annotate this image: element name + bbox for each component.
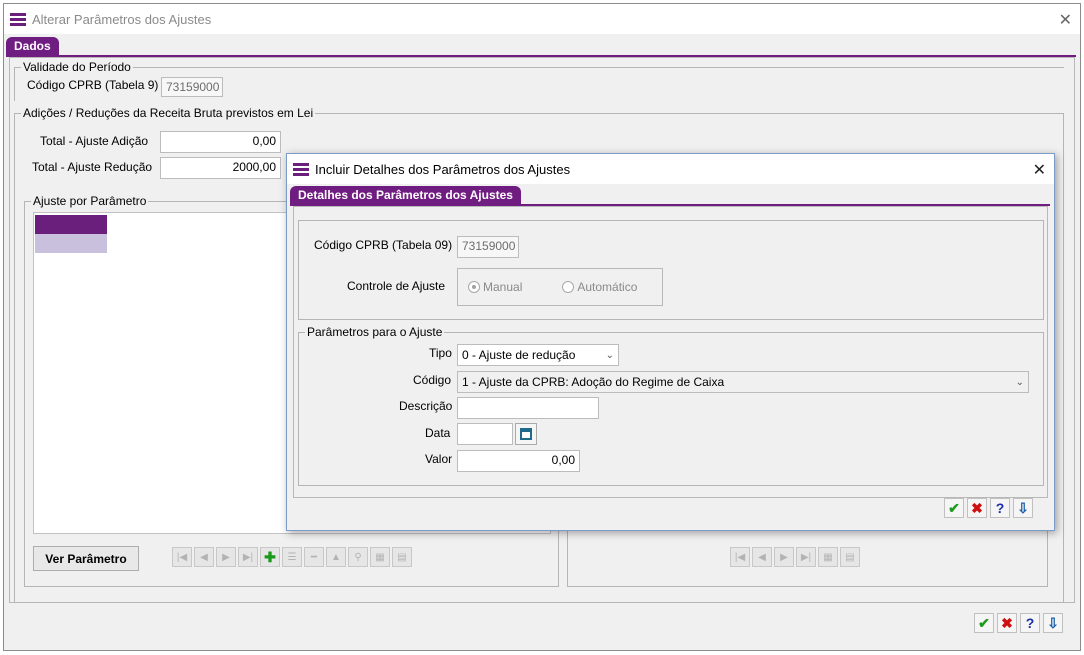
- data-label: Data: [425, 426, 451, 440]
- prev-icon[interactable]: ◀: [194, 547, 214, 567]
- calendar-icon[interactable]: [515, 423, 537, 445]
- total-reducao-field[interactable]: 2000,00: [160, 157, 281, 179]
- periodo-legend: Validade do Período: [21, 60, 133, 74]
- exit-icon[interactable]: ⇩: [1043, 613, 1063, 633]
- list-item[interactable]: [35, 234, 107, 253]
- next-icon[interactable]: ▶: [774, 547, 794, 567]
- add-icon[interactable]: ✚: [260, 547, 280, 567]
- cancel-icon[interactable]: ✖: [997, 613, 1017, 633]
- total-adicao-field[interactable]: 0,00: [160, 131, 281, 153]
- total-reducao-label: Total - Ajuste Redução: [32, 160, 153, 174]
- app-icon: [293, 162, 309, 176]
- prev-icon[interactable]: ◀: [752, 547, 772, 567]
- codigo-cprb-label: Código CPRB (Tabela 9): [27, 78, 159, 92]
- title-bar: Alterar Parâmetros dos Ajustes ✕: [4, 4, 1080, 34]
- ver-parametro-button[interactable]: Ver Parâmetro: [33, 546, 139, 571]
- chevron-down-icon: ⌄: [605, 349, 614, 361]
- close-icon[interactable]: ✕: [1059, 10, 1072, 30]
- tab-dados[interactable]: Dados: [6, 37, 59, 55]
- codigo-value: 1 - Ajuste da CPRB: Adoção do Regime de …: [462, 375, 725, 389]
- left-navigator: |◀ ◀ ▶ ▶| ✚ ☰ ━ ▲ ⚲ ▦ ▤: [172, 547, 412, 567]
- list-item-selected[interactable]: [35, 215, 107, 234]
- exit-icon[interactable]: ⇩: [1013, 498, 1033, 518]
- controle-ajuste-label: Controle de Ajuste: [347, 279, 446, 293]
- codigo-cprb-field[interactable]: 73159000: [161, 77, 223, 97]
- right-navigator: |◀ ◀ ▶ ▶| ▦ ▤: [730, 547, 860, 567]
- last-icon[interactable]: ▶|: [238, 547, 258, 567]
- total-adicao-label: Total - Ajuste Adição: [40, 134, 149, 148]
- window-title: Alterar Parâmetros dos Ajustes: [32, 11, 212, 27]
- export-icon[interactable]: ▤: [840, 547, 860, 567]
- dialog-title: Incluir Detalhes dos Parâmetros dos Ajus…: [315, 161, 571, 177]
- confirm-icon[interactable]: ✔: [944, 498, 964, 518]
- search-icon[interactable]: ⚲: [348, 547, 368, 567]
- codigo-select[interactable]: 1 - Ajuste da CPRB: Adoção do Regime de …: [457, 371, 1029, 393]
- help-icon[interactable]: ?: [990, 498, 1010, 518]
- export-icon[interactable]: ▤: [392, 547, 412, 567]
- confirm-icon[interactable]: ✔: [974, 613, 994, 633]
- grid-icon[interactable]: ▦: [370, 547, 390, 567]
- edit-icon[interactable]: ☰: [282, 547, 302, 567]
- dialog-codigo-label: Código CPRB (Tabela 09): [314, 238, 453, 252]
- adicoes-legend: Adições / Reduções da Receita Bruta prev…: [21, 106, 316, 120]
- valor-label: Valor: [425, 452, 453, 466]
- tab-detalhes[interactable]: Detalhes dos Parâmetros dos Ajustes: [290, 186, 521, 205]
- dialog-codigo-field[interactable]: 73159000: [457, 236, 519, 258]
- help-icon[interactable]: ?: [1020, 613, 1040, 633]
- tipo-value: 0 - Ajuste de redução: [462, 348, 576, 362]
- next-icon[interactable]: ▶: [216, 547, 236, 567]
- parametros-legend: Parâmetros para o Ajuste: [305, 325, 445, 339]
- details-dialog: Incluir Detalhes dos Parâmetros dos Ajus…: [286, 153, 1055, 531]
- codigo-group: [298, 220, 1044, 320]
- close-icon[interactable]: ✕: [1033, 160, 1046, 180]
- automatico-radio[interactable]: Automático: [562, 280, 637, 294]
- main-actions: ✔ ✖ ? ⇩: [974, 613, 1063, 633]
- first-icon[interactable]: |◀: [730, 547, 750, 567]
- valor-field[interactable]: 0,00: [457, 450, 580, 472]
- tipo-label: Tipo: [429, 346, 452, 360]
- remove-icon[interactable]: ━: [304, 547, 324, 567]
- data-field[interactable]: [457, 423, 513, 445]
- dialog-actions: ✔ ✖ ? ⇩: [944, 498, 1033, 518]
- up-icon[interactable]: ▲: [326, 547, 346, 567]
- codigo-label: Código: [413, 373, 452, 387]
- descricao-label: Descrição: [399, 399, 453, 413]
- dialog-title-bar: Incluir Detalhes dos Parâmetros dos Ajus…: [287, 154, 1054, 184]
- manual-radio[interactable]: Manual: [468, 280, 522, 294]
- first-icon[interactable]: |◀: [172, 547, 192, 567]
- controle-ajuste-box: Manual Automático: [457, 268, 663, 306]
- tipo-select[interactable]: 0 - Ajuste de redução ⌄: [457, 344, 619, 366]
- grid-icon[interactable]: ▦: [818, 547, 838, 567]
- cancel-icon[interactable]: ✖: [967, 498, 987, 518]
- ajuste-legend: Ajuste por Parâmetro: [31, 194, 149, 208]
- last-icon[interactable]: ▶|: [796, 547, 816, 567]
- chevron-down-icon: ⌄: [1015, 376, 1024, 388]
- descricao-field[interactable]: [457, 397, 599, 419]
- app-icon: [10, 12, 26, 26]
